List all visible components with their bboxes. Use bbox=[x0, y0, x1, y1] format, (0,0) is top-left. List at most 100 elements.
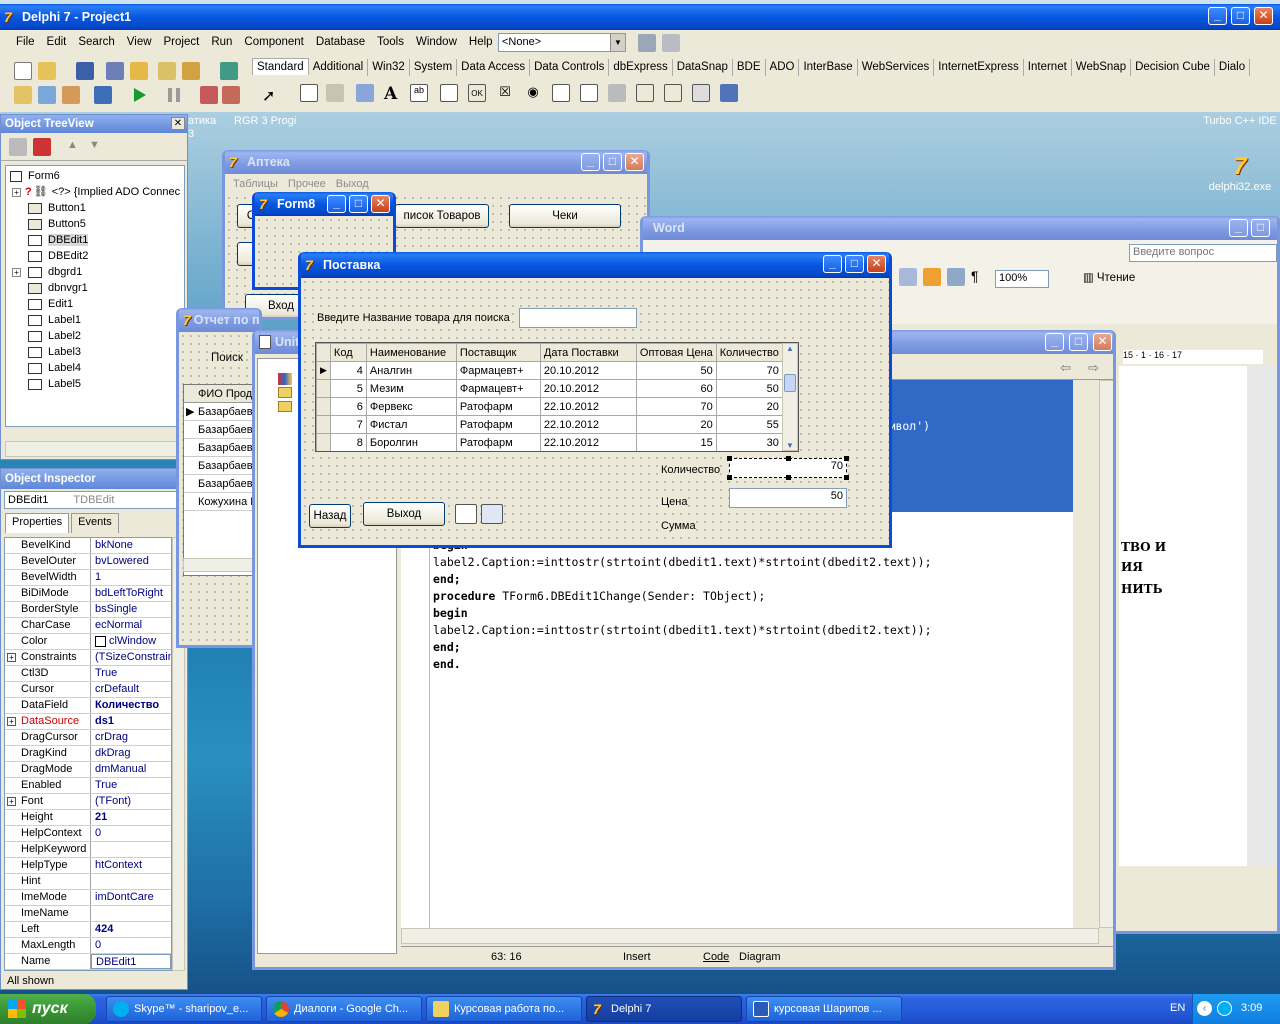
toggle-form-unit-icon[interactable] bbox=[62, 86, 80, 104]
menu-component[interactable]: Component bbox=[244, 36, 303, 48]
property-row-bevelkind[interactable]: BevelKind bkNone bbox=[5, 538, 171, 554]
property-row-height[interactable]: Height 21 bbox=[5, 810, 171, 826]
cell-name[interactable]: Аналгин bbox=[365, 361, 457, 380]
resize-handle[interactable] bbox=[727, 475, 732, 480]
open-icon[interactable] bbox=[38, 62, 56, 80]
menu-database[interactable]: Database bbox=[316, 36, 365, 48]
minimize-button[interactable]: _ bbox=[581, 153, 600, 171]
property-row-charcase[interactable]: CharCase ecNormal bbox=[5, 618, 171, 634]
word-help-input[interactable]: Введите вопрос bbox=[1129, 244, 1277, 262]
table-row[interactable]: 5 Мезим Фармацевт+ 20.10.2012 60 50 bbox=[316, 379, 783, 398]
save-all-icon[interactable] bbox=[106, 62, 124, 80]
panel-component-icon[interactable] bbox=[692, 84, 710, 102]
resize-handle[interactable] bbox=[844, 456, 849, 461]
view-form-icon[interactable] bbox=[38, 86, 56, 104]
tree-item[interactable]: DBEdit2 bbox=[6, 248, 184, 264]
table-row[interactable]: 6 Фервекс Ратофарм 22.10.2012 70 20 bbox=[316, 397, 783, 416]
drawing-icon[interactable] bbox=[947, 268, 965, 286]
pause-icon[interactable] bbox=[168, 88, 180, 102]
property-row-dragcursor[interactable]: DragCursor crDrag bbox=[5, 730, 171, 746]
scroll-up-icon[interactable]: ▲ bbox=[783, 344, 797, 353]
report-hscrollbar[interactable] bbox=[183, 558, 259, 572]
palette-tab-additional[interactable]: Additional bbox=[309, 59, 369, 76]
cell-date[interactable]: 20.10.2012 bbox=[539, 379, 637, 398]
frames-icon[interactable] bbox=[300, 84, 318, 102]
palette-tab-bde[interactable]: BDE bbox=[733, 59, 766, 76]
property-row-imemode[interactable]: ImeMode imDontCare bbox=[5, 890, 171, 906]
pilcrow-icon[interactable]: ¶ bbox=[971, 268, 979, 290]
table-row[interactable]: Базарбаев bbox=[184, 421, 259, 439]
exit-button[interactable]: Выход bbox=[363, 502, 445, 526]
property-row-enabled[interactable]: Enabled True bbox=[5, 778, 171, 794]
groupbox-component-icon[interactable] bbox=[636, 84, 654, 102]
cell-price[interactable]: 20 bbox=[635, 415, 717, 434]
maximize-button[interactable]: □ bbox=[1251, 219, 1270, 237]
property-row-datasource[interactable]: + DataSource ds1 bbox=[5, 714, 171, 730]
palette-tab-standard[interactable]: Standard bbox=[252, 58, 309, 75]
desktop-icon-turbo[interactable]: Turbo C++ IDE bbox=[1200, 115, 1280, 127]
cell-name[interactable]: Фервекс bbox=[365, 397, 457, 416]
property-row-imename[interactable]: ImeName bbox=[5, 906, 171, 922]
remove-from-project-icon[interactable] bbox=[182, 62, 200, 80]
maximize-button[interactable]: □ bbox=[1231, 7, 1250, 25]
cell-price[interactable]: 50 bbox=[635, 361, 717, 380]
scrollbar-component-icon[interactable] bbox=[608, 84, 626, 102]
treeview-hscrollbar[interactable] bbox=[5, 441, 179, 457]
word-read-button[interactable]: ▥ Чтение bbox=[1083, 270, 1135, 284]
docmap-icon[interactable] bbox=[923, 268, 941, 286]
cell-qty[interactable]: 50 bbox=[715, 379, 783, 398]
table-row[interactable]: 7 Фистал Ратофарм 22.10.2012 20 55 bbox=[316, 415, 783, 434]
tree-item[interactable]: Label1 bbox=[6, 312, 184, 328]
close-button[interactable]: ✕ bbox=[1093, 333, 1112, 351]
taskbar-item-word[interactable]: курсовая Шарипов ... bbox=[746, 996, 902, 1022]
start-button[interactable]: пуск bbox=[0, 994, 96, 1024]
table-row[interactable]: ▶ 4 Аналгин Фармацевт+ 20.10.2012 50 70 bbox=[316, 361, 783, 380]
column-header[interactable]: Оптовая Цена bbox=[635, 343, 717, 362]
arrow-pointer-icon[interactable]: ➚ bbox=[262, 86, 275, 106]
expand-icon[interactable]: + bbox=[7, 797, 16, 806]
cell-code[interactable]: 5 bbox=[329, 379, 367, 398]
combobox-component-icon[interactable] bbox=[580, 84, 598, 102]
qty-dbedit[interactable]: 70 bbox=[727, 456, 849, 480]
property-row-helpkeyword[interactable]: HelpKeyword bbox=[5, 842, 171, 858]
table-icon[interactable] bbox=[899, 268, 917, 286]
palette-tab-data-access[interactable]: Data Access bbox=[457, 59, 531, 76]
new-icon[interactable] bbox=[14, 62, 32, 80]
taskbar-item-skype[interactable]: Skype™ - sharipov_e... bbox=[106, 996, 262, 1022]
close-button[interactable]: ✕ bbox=[867, 255, 886, 273]
view-unit-icon[interactable] bbox=[14, 86, 32, 104]
cell-code[interactable]: 4 bbox=[329, 361, 367, 380]
menu-other[interactable]: Прочее bbox=[288, 178, 326, 190]
cell-price[interactable]: 60 bbox=[635, 379, 717, 398]
cell-name[interactable]: Фистал bbox=[365, 415, 457, 434]
move-down-icon[interactable]: ▼ bbox=[89, 139, 100, 151]
resize-handle[interactable] bbox=[786, 475, 791, 480]
column-header[interactable]: Поставщик bbox=[455, 343, 541, 362]
menu-project[interactable]: Project bbox=[164, 36, 200, 48]
expand-icon[interactable]: + bbox=[7, 653, 16, 662]
tree-item[interactable]: + dbgrd1 bbox=[6, 264, 184, 280]
new-item-icon[interactable] bbox=[9, 138, 27, 156]
tree-item[interactable]: Button5 bbox=[6, 216, 184, 232]
desktop-icon-delphi[interactable]: 7 delphi32.exe bbox=[1205, 153, 1275, 193]
trace-into-icon[interactable] bbox=[200, 86, 218, 104]
edit-component-icon[interactable]: ab bbox=[410, 84, 428, 102]
minimize-button[interactable]: _ bbox=[1045, 333, 1064, 351]
checkbox-component-icon[interactable]: ☒ bbox=[496, 84, 514, 102]
tree-item[interactable]: Label4 bbox=[6, 360, 184, 376]
expand-icon[interactable]: + bbox=[12, 268, 21, 277]
cell-qty[interactable]: 20 bbox=[715, 397, 783, 416]
cell-supplier[interactable]: Фармацевт+ bbox=[455, 379, 541, 398]
popupmenu-icon[interactable] bbox=[356, 84, 374, 102]
palette-tab-interbase[interactable]: InterBase bbox=[799, 59, 858, 76]
cell-supplier[interactable]: Фармацевт+ bbox=[455, 361, 541, 380]
search-input[interactable] bbox=[519, 308, 637, 328]
scroll-down-icon[interactable]: ▼ bbox=[783, 441, 797, 450]
maximize-button[interactable]: □ bbox=[349, 195, 368, 213]
skype-tray-icon[interactable] bbox=[1217, 1001, 1232, 1016]
checks-button[interactable]: Чеки bbox=[509, 204, 621, 228]
palette-tab-system[interactable]: System bbox=[410, 59, 458, 76]
property-row-maxlength[interactable]: MaxLength 0 bbox=[5, 938, 171, 954]
tab-code[interactable]: Code bbox=[703, 947, 729, 967]
mainmenu-icon[interactable] bbox=[326, 84, 344, 102]
